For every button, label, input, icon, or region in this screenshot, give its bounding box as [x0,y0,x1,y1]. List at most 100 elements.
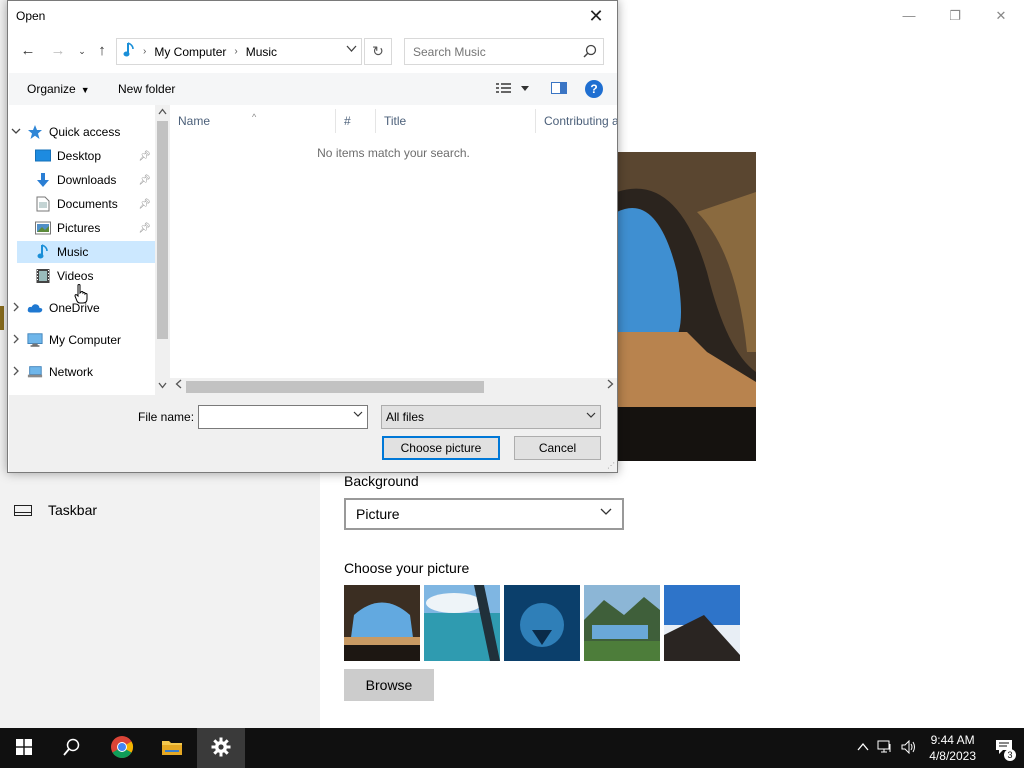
nav-label: Downloads [57,173,117,187]
search-box[interactable] [404,38,604,65]
nav-item-desktop[interactable]: Desktop 📌︎ [17,145,155,167]
music-note-icon [123,42,135,61]
file-explorer-taskbar-button[interactable] [148,728,196,768]
search-icon [63,738,81,759]
picture-thumbnail[interactable] [424,585,500,661]
forward-arrow-icon[interactable]: → [48,41,68,61]
clock[interactable]: 9:44 AM 4/8/2023 [921,732,984,764]
scroll-down-icon[interactable] [155,381,170,391]
system-tray: 9:44 AM 4/8/2023 3 [853,728,1024,768]
nav-label: Desktop [57,149,102,163]
nav-item-pictures[interactable]: Pictures 📌︎ [17,217,155,239]
music-note-icon [35,244,51,260]
settings-taskbar-button[interactable] [197,728,245,768]
desktop-icon [35,148,51,164]
background-preview [617,152,756,461]
collapsed-chevron-icon[interactable] [9,366,23,378]
back-arrow-icon[interactable]: ← [18,41,38,61]
scroll-up-icon[interactable] [155,107,170,117]
sidebar-accent [0,306,4,330]
new-folder-button[interactable]: New folder [118,82,175,96]
minimize-button[interactable]: — [886,4,932,28]
expanded-chevron-icon[interactable] [9,126,23,138]
column-header-title[interactable]: Title [376,109,536,133]
sidebar-item-label: Taskbar [48,502,98,518]
search-taskbar-button[interactable] [48,728,96,768]
dialog-close-button[interactable]: ✕ [581,3,611,29]
breadcrumb-my-computer[interactable]: My Computer [154,45,226,59]
up-arrow-icon[interactable]: ↑ [92,41,112,61]
column-header-contributing-artists[interactable]: Contributing artists [536,109,617,133]
recent-locations-chevron-icon[interactable]: ⌄ [72,41,92,61]
nav-item-music[interactable]: Music [17,241,155,263]
pictures-icon [35,220,51,236]
column-header-name[interactable]: Name ^ [170,109,336,133]
pin-icon: 📌︎ [138,150,151,162]
file-type-filter[interactable]: All files [381,405,601,429]
column-header-number[interactable]: # [336,109,376,133]
cancel-button[interactable]: Cancel [514,436,601,460]
background-dropdown[interactable]: Picture [344,498,624,530]
empty-message: No items match your search. [317,146,470,160]
gear-icon [211,737,231,760]
picture-thumbnail[interactable] [344,585,420,661]
chevron-down-icon [600,505,612,520]
chevron-up-icon[interactable] [853,741,873,755]
nav-item-quick-access[interactable]: Quick access [9,121,155,143]
search-input[interactable] [405,39,575,64]
file-list-horizontal-scrollbar[interactable] [170,378,617,395]
refresh-icon[interactable]: ↻ [364,38,392,65]
breadcrumb-separator-icon: › [234,46,238,57]
nav-label: Network [49,365,94,379]
pin-icon: 📌︎ [138,222,151,234]
picture-thumbnail[interactable] [584,585,660,661]
file-name-combobox[interactable] [198,405,368,429]
scroll-right-icon[interactable] [607,379,614,392]
breadcrumb-music[interactable]: Music [246,45,277,59]
cloud-icon [27,300,43,316]
folder-icon [161,738,183,759]
restore-button[interactable]: ❐ [932,4,978,28]
nav-label: Quick access [49,125,121,139]
preview-pane-icon[interactable] [551,81,567,98]
column-label: Name [178,114,211,128]
picture-thumbnail[interactable] [504,585,580,661]
nav-item-downloads[interactable]: Downloads 📌︎ [17,169,155,191]
file-type-filter-value: All files [386,410,425,424]
background-dropdown-value: Picture [356,506,400,522]
help-icon[interactable]: ? [585,80,603,98]
scrollbar-thumb[interactable] [186,381,484,393]
action-center-button[interactable]: 3 [984,728,1024,768]
start-button[interactable] [0,728,48,768]
picture-thumbnail[interactable] [664,585,740,661]
caret-down-icon: ▼ [80,85,90,95]
navigation-scrollbar[interactable] [155,105,170,395]
chrome-taskbar-button[interactable] [98,728,146,768]
network-icon [27,364,43,380]
navigation-pane: Quick access Desktop 📌︎ Downloads 📌︎ Doc… [9,105,155,395]
notification-count-badge: 3 [1004,749,1016,761]
nav-item-network[interactable]: Network [9,361,155,383]
scroll-left-icon[interactable] [175,379,182,392]
choose-picture-button[interactable]: Choose picture [382,436,500,460]
pin-icon: 📌︎ [138,198,151,210]
close-window-button[interactable]: ✕ [978,4,1024,28]
collapsed-chevron-icon[interactable] [9,302,23,314]
network-tray-icon[interactable] [873,740,897,757]
view-options-icon[interactable] [496,81,532,98]
browse-button[interactable]: Browse [344,669,434,701]
nav-item-documents[interactable]: Documents 📌︎ [17,193,155,215]
address-bar[interactable]: › My Computer › Music [116,38,362,65]
sidebar-item-taskbar[interactable]: Taskbar [14,502,97,518]
file-list: Name ^ # Title Contributing artists No i… [170,105,617,378]
resize-grip-icon[interactable]: ⋰ [607,461,615,470]
nav-item-my-computer[interactable]: My Computer [9,329,155,351]
chevron-down-icon[interactable] [353,409,363,422]
chevron-down-icon[interactable] [346,43,357,57]
organize-menu[interactable]: Organize ▼ [27,82,90,96]
dialog-footer: File name: All files Choose picture Canc… [9,395,617,472]
volume-icon[interactable] [897,739,921,757]
collapsed-chevron-icon[interactable] [9,334,23,346]
scrollbar-thumb[interactable] [157,121,168,339]
pin-icon: 📌︎ [138,174,151,186]
